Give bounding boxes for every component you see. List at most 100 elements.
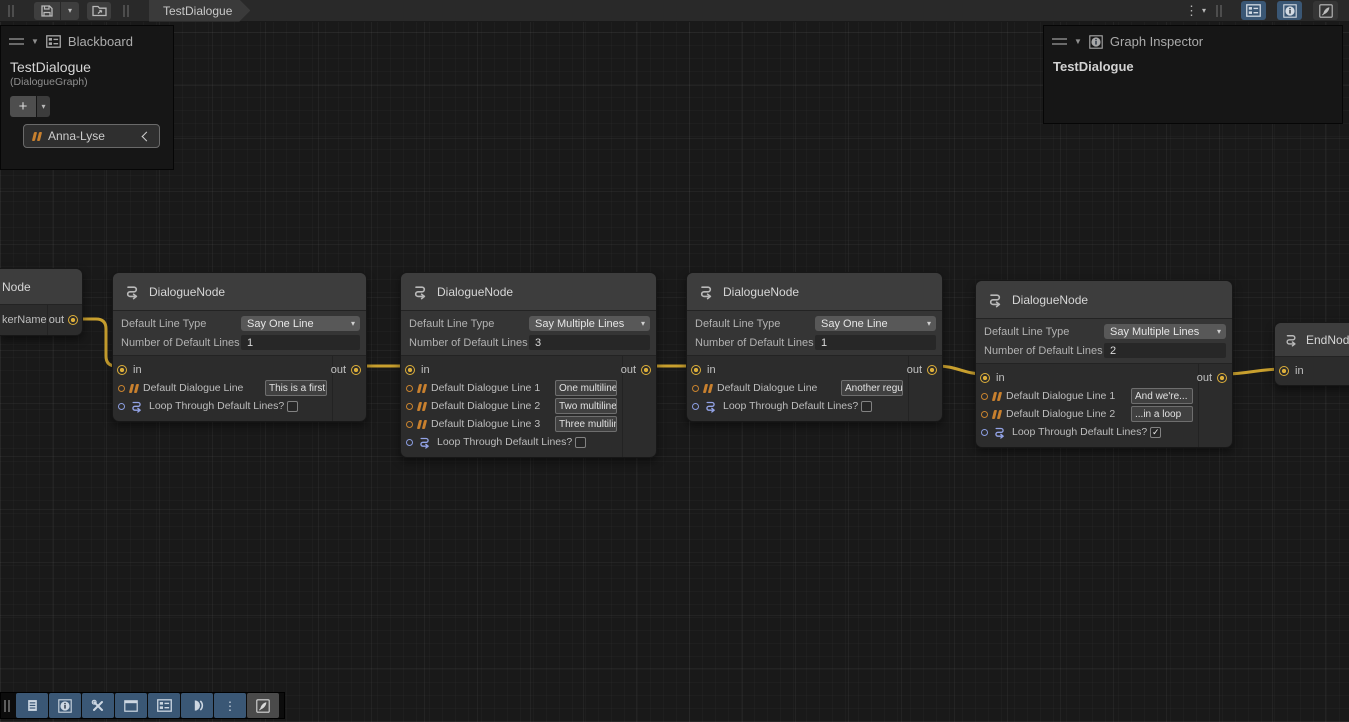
dialogue-line-field[interactable]: ...in a loop	[1131, 406, 1193, 422]
kebab-icon[interactable]: ⋮	[1185, 3, 1198, 19]
live-preview-button[interactable]	[247, 693, 279, 718]
loop-checkbox[interactable]	[287, 401, 298, 412]
window-toggle-button[interactable]	[115, 693, 147, 718]
chevron-left-icon[interactable]	[142, 131, 152, 141]
bool-port[interactable]	[981, 429, 988, 436]
feather-icon	[256, 699, 270, 713]
out-port[interactable]	[68, 315, 78, 325]
in-port[interactable]	[405, 365, 415, 375]
port-label: Default Dialogue Line 3	[431, 418, 540, 430]
dropdown-value: Say One Line	[247, 318, 314, 330]
string-port[interactable]	[118, 385, 125, 392]
dialogue-line-field[interactable]: This is a first	[265, 380, 327, 396]
string-port[interactable]	[981, 393, 988, 400]
field-value: Two multiline	[559, 401, 617, 412]
more-options-button[interactable]: ⋮	[214, 693, 246, 718]
console-toggle-button[interactable]	[16, 693, 48, 718]
loop-icon	[703, 399, 718, 414]
line-type-dropdown[interactable]: Say One Line ▾	[815, 316, 936, 331]
in-port[interactable]	[691, 365, 701, 375]
collapse-triangle-icon[interactable]: ▼	[31, 37, 39, 46]
dialogue-node-3[interactable]: DialogueNode Default Line Type Say One L…	[686, 272, 943, 422]
save-options-button[interactable]: ▾	[61, 2, 79, 20]
field-value: 3	[535, 337, 541, 349]
blackboard-graph-title: TestDialogue	[1, 53, 173, 75]
loop-checkbox[interactable]	[575, 437, 586, 448]
chevron-down-icon[interactable]: ▾	[1202, 7, 1206, 15]
line-count-field[interactable]: 3	[529, 335, 650, 350]
add-property-button[interactable]: +	[10, 96, 36, 117]
dialogue-line-field[interactable]: One multiline	[555, 380, 617, 396]
add-property-options-button[interactable]: ▾	[37, 96, 50, 117]
folder-icon	[92, 4, 107, 17]
dialogue-node-2[interactable]: DialogueNode Default Line Type Say Multi…	[400, 272, 657, 458]
bottom-toolbar-drag-handle[interactable]	[4, 700, 10, 712]
save-button[interactable]	[34, 2, 60, 20]
graph-canvas[interactable]: ▾ TestDialogue ⋮ ▾ ▼	[0, 0, 1349, 722]
dialogue-preview-toggle-button[interactable]	[181, 693, 213, 718]
out-port[interactable]	[641, 365, 651, 375]
blackboard-icon	[157, 699, 172, 712]
dialogue-node-4[interactable]: DialogueNode Default Line Type Say Multi…	[975, 280, 1233, 448]
chevron-down-icon: ▾	[1217, 327, 1221, 336]
prop-label: Default Line Type	[984, 326, 1104, 338]
loop-checkbox[interactable]: ✓	[1150, 427, 1161, 438]
blackboard-graph-type: (DialogueGraph)	[1, 75, 173, 88]
string-port[interactable]	[406, 403, 413, 410]
field-value: And we're...	[1135, 391, 1188, 402]
tools-toggle-button[interactable]	[82, 693, 114, 718]
speaker-node-field-label: kerName	[0, 314, 47, 326]
loop-checkbox[interactable]	[861, 401, 872, 412]
inspector-drag-handle[interactable]	[1052, 38, 1067, 45]
line-count-field[interactable]: 1	[241, 335, 360, 350]
string-port[interactable]	[692, 385, 699, 392]
field-value: ...in a loop	[1135, 409, 1181, 420]
toolbar-drag-handle[interactable]	[8, 5, 14, 17]
blackboard-icon	[1246, 4, 1261, 17]
node-icon	[697, 283, 715, 301]
prop-label: Default Line Type	[409, 318, 529, 330]
out-port[interactable]	[927, 365, 937, 375]
speaker-node[interactable]: Node kerName out	[0, 268, 83, 336]
feather-icon	[1319, 4, 1333, 18]
blackboard-toggle-button[interactable]	[1241, 1, 1266, 20]
string-port[interactable]	[981, 411, 988, 418]
dialogue-line-field[interactable]: Another regu	[841, 380, 903, 396]
line-count-field[interactable]: 2	[1104, 343, 1226, 358]
bool-port[interactable]	[692, 403, 699, 410]
blackboard-field-name: Anna-Lyse	[48, 129, 105, 143]
out-port[interactable]	[1217, 373, 1227, 383]
inspector-toggle-button[interactable]	[49, 693, 81, 718]
toolbar-separator	[1216, 5, 1222, 17]
blackboard-drag-handle[interactable]	[9, 38, 24, 45]
in-port[interactable]	[117, 365, 127, 375]
line-type-dropdown[interactable]: Say Multiple Lines ▾	[529, 316, 650, 331]
breadcrumb-tab[interactable]: TestDialogue	[149, 0, 250, 22]
dialogue-node-1[interactable]: DialogueNode Default Line Type Say One L…	[112, 272, 367, 422]
line-type-dropdown[interactable]: Say Multiple Lines ▾	[1104, 324, 1226, 339]
info-icon	[1089, 35, 1103, 49]
bool-port[interactable]	[118, 403, 125, 410]
dialogue-line-field[interactable]: And we're...	[1131, 388, 1193, 404]
string-port[interactable]	[406, 385, 413, 392]
blackboard-field-anna-lyse[interactable]: Anna-Lyse	[23, 124, 160, 148]
end-node[interactable]: EndNode in	[1274, 322, 1349, 386]
bool-port[interactable]	[406, 439, 413, 446]
node-title: DialogueNode	[149, 285, 225, 299]
graph-inspector-toggle-button[interactable]	[1277, 1, 1302, 20]
in-port[interactable]	[1279, 366, 1289, 376]
chevron-down-icon: ▾	[927, 319, 931, 328]
dialogue-line-field[interactable]: Three multilin	[555, 416, 617, 432]
blackboard-toggle-button[interactable]	[148, 693, 180, 718]
open-asset-button[interactable]	[87, 2, 111, 20]
out-port[interactable]	[351, 365, 361, 375]
string-port[interactable]	[406, 421, 413, 428]
prop-label: Number of Default Lines	[121, 337, 241, 349]
dropdown-value: Say Multiple Lines	[1110, 326, 1199, 338]
live-preview-toggle-button[interactable]	[1313, 1, 1338, 20]
line-type-dropdown[interactable]: Say One Line ▾	[241, 316, 360, 331]
line-count-field[interactable]: 1	[815, 335, 936, 350]
collapse-triangle-icon[interactable]: ▼	[1074, 37, 1082, 46]
dialogue-line-field[interactable]: Two multiline	[555, 398, 617, 414]
in-port[interactable]	[980, 373, 990, 383]
